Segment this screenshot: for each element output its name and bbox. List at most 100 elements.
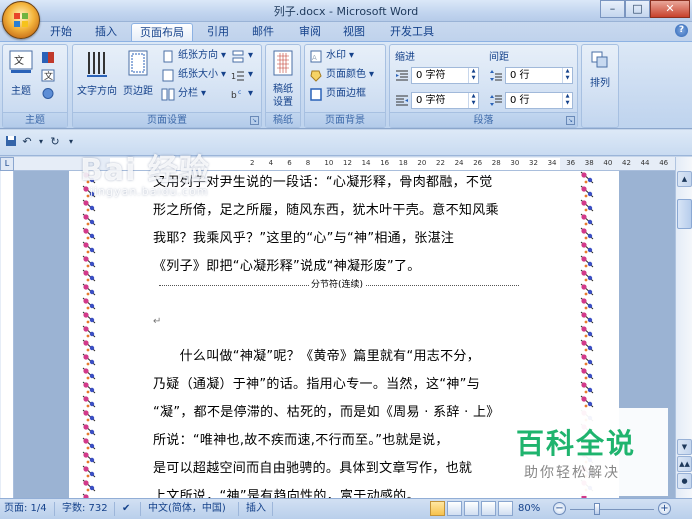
hyphenation-button[interactable]: bc ▾ bbox=[231, 86, 253, 102]
outline-view-button[interactable] bbox=[481, 501, 496, 516]
tab-insert[interactable]: 插入 bbox=[88, 23, 124, 42]
customize-qat-icon[interactable]: ▾ bbox=[64, 135, 78, 149]
ruler-number: 32 bbox=[529, 159, 538, 167]
vertical-scrollbar[interactable]: ▲ ▼ ▲▲ ● bbox=[675, 157, 692, 498]
svg-text:文: 文 bbox=[44, 70, 53, 82]
theme-effects-button[interactable] bbox=[41, 85, 55, 101]
maximize-button[interactable]: □ bbox=[625, 0, 650, 18]
themes-group-label: 主题 bbox=[3, 112, 67, 127]
breaks-button[interactable]: ▾ bbox=[231, 48, 253, 64]
arrange-group: 排列 bbox=[581, 44, 619, 128]
paragraph-group: 缩进 间距 0 字符 ▲ ▼ 0 字符 ▲ ▼ 0 行 ▲ ▼ 0 行 ▲ ▼ 段落 ↘ bbox=[389, 44, 578, 128]
word-count[interactable]: 字数: 732 bbox=[62, 502, 108, 516]
text-line: “凝”，都不是停滞的、枯死的，而是如《周易 · 系辞 · 上》 bbox=[153, 405, 500, 420]
themes-button[interactable]: 文 主题 bbox=[6, 49, 36, 98]
tab-page-layout[interactable]: 页面布局 bbox=[131, 23, 193, 42]
arrange-button[interactable]: 排列 bbox=[585, 49, 615, 90]
baike-subtitle: 助你轻松解决 bbox=[524, 465, 620, 481]
zoom-out-icon[interactable]: − bbox=[553, 502, 566, 515]
full-screen-reading-button[interactable] bbox=[447, 501, 462, 516]
chevron-down-icon: ▾ bbox=[248, 88, 254, 99]
text-line: 什么叫做“神凝”呢？《黄帝》篇里就有“用志不分， bbox=[153, 349, 481, 364]
ruler-number: 42 bbox=[622, 159, 631, 167]
quick-access-toolbar: ↶ ▾ ↻ ▾ bbox=[0, 130, 692, 156]
spacing-before-value: 0 行 bbox=[510, 70, 530, 81]
line-numbers-button[interactable]: 1 ▾ bbox=[231, 67, 253, 83]
zoom-level[interactable]: 80% bbox=[518, 502, 540, 516]
vertical-ruler[interactable] bbox=[0, 171, 14, 498]
tab-view[interactable]: 视图 bbox=[336, 23, 372, 42]
theme-fonts-icon: 文 bbox=[41, 69, 55, 82]
status-separator bbox=[140, 502, 141, 516]
theme-effects-icon bbox=[42, 87, 54, 99]
draft-view-button[interactable] bbox=[498, 501, 513, 516]
text-direction-button[interactable]: 文字方向 bbox=[76, 49, 118, 98]
ruler-number: 6 bbox=[287, 159, 292, 167]
manuscript-label-1: 稿纸 bbox=[273, 84, 293, 95]
chevron-down-icon: ▾ bbox=[248, 69, 254, 80]
theme-fonts-button[interactable]: 文 bbox=[41, 67, 55, 83]
indent-right-icon bbox=[396, 95, 408, 106]
page-count[interactable]: 页面: 1/4 bbox=[4, 502, 47, 516]
theme-colors-button[interactable] bbox=[41, 49, 55, 65]
orientation-button[interactable]: 纸张方向 ▾ bbox=[161, 48, 226, 64]
size-icon bbox=[162, 69, 174, 81]
ribbon-tabs: 开始 插入 页面布局 引用 邮件 审阅 视图 开发工具 bbox=[0, 22, 692, 42]
spinner-arrows-icon[interactable]: ▲ ▼ bbox=[562, 93, 572, 108]
text-line: 上文所说，“神”是有趋向性的，富于动感的。 bbox=[153, 489, 420, 498]
window-title: 列子.docx - Microsoft Word bbox=[273, 5, 419, 18]
tab-review[interactable]: 审阅 bbox=[292, 23, 328, 42]
arrange-label: 排列 bbox=[590, 78, 610, 89]
spinner-arrows-icon[interactable]: ▲ ▼ bbox=[562, 68, 572, 83]
tab-references[interactable]: 引用 bbox=[200, 23, 236, 42]
indent-left-input[interactable]: 0 字符 ▲ ▼ bbox=[411, 67, 479, 84]
manuscript-settings-button[interactable]: 稿纸 设置 bbox=[268, 49, 298, 109]
paragraph-launcher[interactable]: ↘ bbox=[566, 116, 575, 125]
save-icon[interactable] bbox=[4, 135, 18, 149]
help-icon[interactable]: ? bbox=[675, 24, 688, 37]
margins-button[interactable]: 页边距 bbox=[121, 49, 155, 98]
columns-button[interactable]: 分栏 ▾ bbox=[161, 86, 206, 102]
page-borders-button[interactable]: 页面边框 bbox=[309, 86, 366, 102]
insert-mode[interactable]: 插入 bbox=[246, 502, 266, 516]
office-button[interactable] bbox=[2, 1, 40, 39]
scroll-up-button[interactable]: ▲ bbox=[677, 171, 692, 187]
size-button[interactable]: 纸张大小 ▾ bbox=[161, 67, 226, 83]
tab-selector[interactable]: L bbox=[0, 157, 14, 171]
manuscript-group-label: 稿纸 bbox=[266, 112, 300, 127]
zoom-slider-thumb[interactable] bbox=[594, 503, 600, 515]
redo-icon[interactable]: ↻ bbox=[48, 135, 62, 149]
watermark-button[interactable]: A 水印 ▾ bbox=[309, 48, 354, 64]
horizontal-ruler[interactable]: 2 4 6 8 10 12 14 16 18 20 22 24 26 28 30 32 34 36 38 40 42 44… bbox=[14, 157, 687, 171]
ruler-number: 18 bbox=[398, 159, 408, 167]
spinner-arrows-icon[interactable]: ▲ ▼ bbox=[468, 68, 478, 83]
close-button[interactable]: ✕ bbox=[650, 0, 690, 18]
tab-mailings[interactable]: 邮件 bbox=[245, 23, 281, 42]
print-layout-view-button[interactable] bbox=[430, 501, 445, 516]
previous-page-button[interactable]: ▲▲ bbox=[677, 456, 692, 472]
spacing-after-input[interactable]: 0 行 ▲ ▼ bbox=[505, 92, 573, 109]
ruler-number: 38 bbox=[584, 159, 594, 167]
proofing-icon[interactable]: ✔ bbox=[122, 502, 130, 516]
scroll-down-button[interactable]: ▼ bbox=[677, 439, 692, 455]
zoom-slider-track[interactable] bbox=[570, 509, 654, 510]
paragraph-mark: ↵ bbox=[153, 316, 162, 327]
web-layout-button[interactable] bbox=[464, 501, 479, 516]
minimize-button[interactable]: – bbox=[600, 0, 625, 18]
tab-developer[interactable]: 开发工具 bbox=[384, 23, 440, 42]
page-color-button[interactable]: 页面颜色 ▾ bbox=[309, 67, 374, 83]
spacing-before-input[interactable]: 0 行 ▲ ▼ bbox=[505, 67, 573, 84]
indent-right-input[interactable]: 0 字符 ▲ ▼ bbox=[411, 92, 479, 109]
undo-dropdown-icon[interactable]: ▾ bbox=[34, 135, 48, 149]
scroll-thumb[interactable] bbox=[677, 199, 692, 229]
language-status[interactable]: 中文(简体，中国) bbox=[148, 502, 226, 516]
select-browse-object-button[interactable]: ● bbox=[677, 473, 692, 489]
hyphenation-icon: bc bbox=[231, 89, 241, 101]
spinner-arrows-icon[interactable]: ▲ ▼ bbox=[468, 93, 478, 108]
vertical-ruler-text-area bbox=[1, 171, 13, 498]
zoom-in-icon[interactable]: + bbox=[658, 502, 671, 515]
tab-home[interactable]: 开始 bbox=[43, 23, 79, 42]
undo-icon[interactable]: ↶ bbox=[20, 135, 34, 149]
page-setup-launcher[interactable]: ↘ bbox=[250, 116, 259, 125]
baike-watermark: 百科全说 助你轻松解决 bbox=[496, 408, 668, 496]
